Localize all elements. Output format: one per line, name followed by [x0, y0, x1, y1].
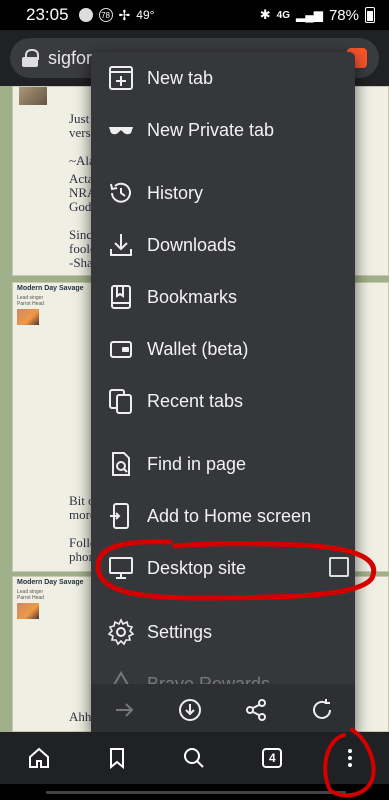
menu-item-label: New tab	[147, 67, 214, 88]
status-bar: 23:05 78 ✢ 49° ✱ 4G ▂▄▆ 78%	[0, 0, 389, 30]
search-button[interactable]	[176, 740, 212, 776]
menu-item-bookmarks[interactable]: Bookmarks	[91, 271, 355, 323]
desktop-icon	[109, 557, 133, 579]
status-left: 23:05 78 ✢ 49°	[26, 5, 154, 25]
menu-item-label: Recent tabs	[147, 390, 244, 411]
temperature: 49°	[136, 8, 155, 22]
avatar	[17, 603, 39, 619]
menu-item-label: Add to Home screen	[147, 505, 312, 526]
menu-item-label: Find in page	[147, 453, 247, 474]
history-icon	[110, 182, 131, 203]
download-icon	[110, 234, 132, 256]
menu-action-row	[91, 684, 355, 736]
bottom-toolbar: 4	[0, 732, 389, 784]
find-in-page-icon	[112, 452, 130, 476]
home-icon	[28, 747, 49, 768]
fan-icon: ✢	[118, 6, 131, 23]
notification-count-badge: 78	[98, 8, 113, 22]
menu-item-label: Settings	[147, 621, 213, 642]
overflow-menu: New tab New Private tab History Download…	[91, 52, 355, 736]
menu-item-new-tab[interactable]: New tab	[91, 52, 355, 104]
network-type: 4G	[276, 9, 290, 21]
private-glasses-icon	[109, 127, 133, 135]
menu-item-label: History	[147, 182, 204, 203]
tab-count: 4	[262, 748, 283, 768]
menu-item-add-to-home[interactable]: Add to Home screen	[91, 490, 355, 542]
menu-button[interactable]	[332, 740, 368, 776]
reload-button[interactable]	[308, 696, 336, 724]
status-right: ✱ 4G ▂▄▆ 78%	[260, 7, 375, 24]
menu-item-settings[interactable]: Settings	[91, 606, 355, 658]
forward-button[interactable]	[110, 696, 138, 724]
bookmark-icon	[109, 748, 124, 770]
forward-arrow-icon	[116, 703, 134, 717]
download-circle-icon	[179, 699, 201, 721]
url-text: sigfor	[48, 47, 93, 68]
avatar	[19, 87, 47, 105]
menu-item-find-in-page[interactable]: Find in page	[91, 438, 355, 490]
settings-icon	[107, 618, 135, 646]
wallet-icon	[110, 341, 132, 358]
menu-item-new-private-tab[interactable]: New Private tab	[91, 104, 355, 156]
tab-switcher-button[interactable]: 4	[254, 740, 290, 776]
new-tab-icon	[109, 66, 133, 90]
desktop-site-checkbox[interactable]	[329, 557, 349, 577]
recent-tabs-icon	[109, 389, 132, 414]
gesture-handle	[46, 791, 346, 794]
bluetooth-icon: ✱	[259, 7, 271, 22]
signal-icon: ▂▄▆	[296, 8, 323, 22]
bookmark-button[interactable]	[99, 740, 135, 776]
menu-item-label: Downloads	[147, 234, 237, 255]
post-line: vers	[69, 125, 91, 140]
menu-item-label: Bookmarks	[147, 286, 238, 307]
battery-icon	[365, 7, 375, 23]
poster-title: Parrot Head	[17, 595, 44, 601]
share-button[interactable]	[242, 696, 270, 724]
menu-item-label: Desktop site	[147, 557, 247, 578]
bookmarks-icon	[111, 285, 131, 309]
reload-icon	[313, 699, 331, 719]
menu-item-history[interactable]: History	[91, 167, 355, 219]
search-icon	[184, 748, 205, 768]
download-page-button[interactable]	[176, 696, 204, 724]
gesture-bar	[0, 784, 389, 800]
kebab-menu-icon	[348, 749, 353, 767]
poster-title: Parrot Head	[17, 301, 44, 307]
menu-item-desktop-site[interactable]: Desktop site	[91, 542, 355, 594]
lock-icon	[22, 49, 39, 67]
spotify-icon	[78, 8, 93, 22]
menu-item-recent-tabs[interactable]: Recent tabs	[91, 375, 355, 427]
add-to-home-icon	[110, 503, 129, 529]
menu-item-label: Wallet (beta)	[147, 338, 249, 359]
post-line: -Sha	[69, 255, 93, 270]
menu-item-downloads[interactable]: Downloads	[91, 219, 355, 271]
battery-percent: 78%	[328, 6, 359, 24]
menu-item-label: New Private tab	[147, 119, 275, 140]
menu-item-wallet[interactable]: Wallet (beta)	[91, 323, 355, 375]
poster-name: Modern Day Savage	[17, 579, 84, 586]
share-icon	[246, 699, 266, 721]
avatar	[17, 309, 39, 325]
poster-name: Modern Day Savage	[17, 285, 84, 292]
home-button[interactable]	[21, 740, 57, 776]
clock: 23:05	[26, 5, 69, 24]
